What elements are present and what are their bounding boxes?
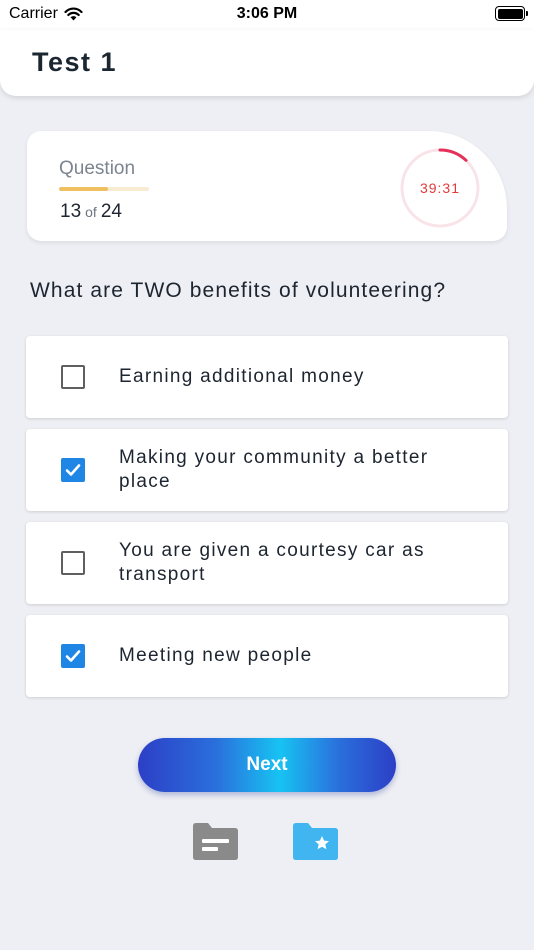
question-progress-fill	[59, 187, 108, 191]
answer-option-3[interactable]: You are given a courtesy car as transpor…	[26, 522, 508, 604]
answer-option-label: You are given a courtesy car as transpor…	[119, 540, 425, 585]
checkbox-icon[interactable]	[61, 365, 85, 389]
question-total: 24	[100, 201, 122, 222]
question-text: What are TWO benefits of volunteering?	[30, 279, 447, 302]
battery-icon	[495, 6, 528, 21]
question-current: 13	[60, 201, 82, 222]
timer-value: 39:31	[419, 180, 461, 196]
answer-option-label: Making your community a better place	[119, 447, 429, 492]
status-bar: Carrier 3:06 PM	[0, 0, 534, 30]
question-progress-bar	[59, 187, 149, 191]
next-button[interactable]: Next	[138, 738, 396, 792]
answer-option-4[interactable]: Meeting new people	[26, 615, 508, 697]
question-of-label: of	[85, 204, 97, 220]
folder-notes-icon[interactable]	[193, 823, 238, 860]
answer-option-2[interactable]: Making your community a better place	[26, 429, 508, 511]
question-label: Question	[59, 158, 136, 179]
checkbox-checked-icon[interactable]	[61, 458, 85, 482]
answer-option-label: Earning additional money	[119, 366, 365, 387]
answer-option-label: Meeting new people	[119, 645, 313, 666]
app-header: Test 1	[0, 30, 534, 96]
folder-star-icon[interactable]	[293, 823, 338, 860]
page-title: Test 1	[32, 47, 118, 77]
checkbox-checked-icon[interactable]	[61, 644, 85, 668]
checkbox-icon[interactable]	[61, 551, 85, 575]
countdown-timer: 39:31	[399, 147, 481, 229]
status-time: 3:06 PM	[236, 5, 298, 22]
question-progress-card: Question 13 of 24 39:31	[27, 131, 507, 241]
question-counter: 13 of 24	[60, 201, 122, 223]
battery-fill	[497, 8, 523, 19]
answer-option-1[interactable]: Earning additional money	[26, 336, 508, 418]
